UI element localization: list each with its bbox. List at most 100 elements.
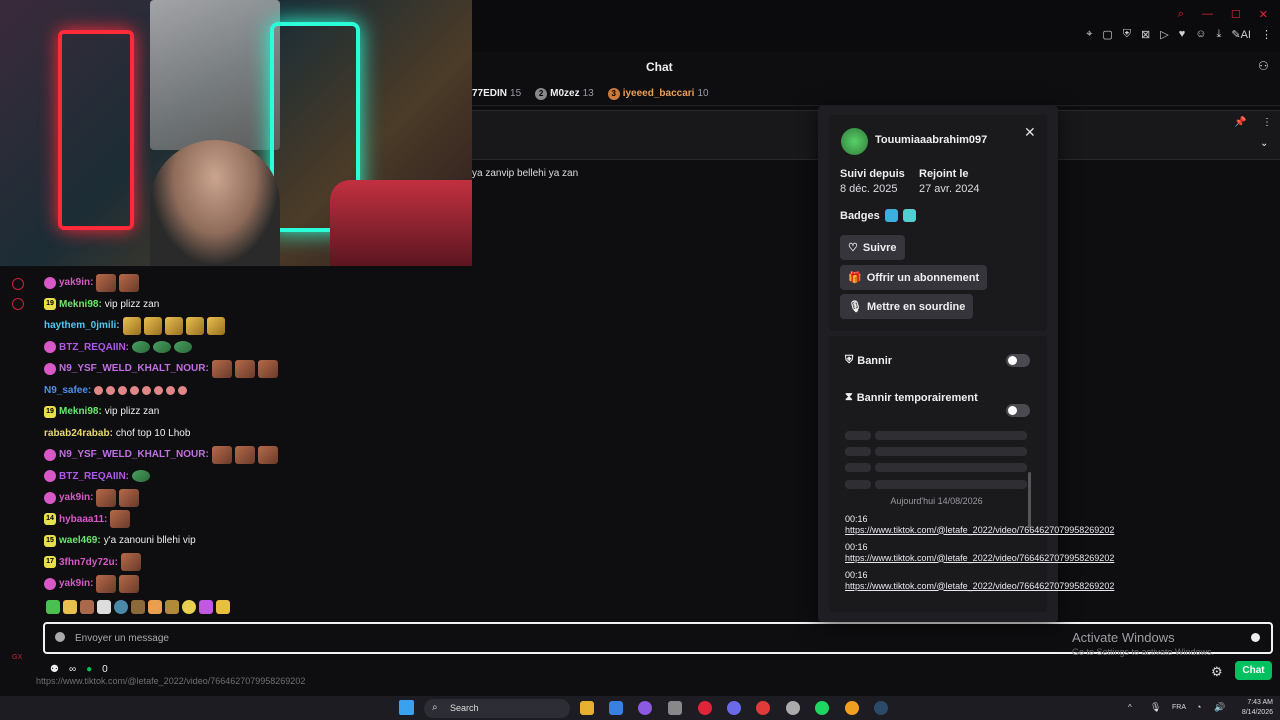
chat-emote[interactable]	[119, 488, 140, 507]
clock-time[interactable]: 7:43 AM	[1233, 699, 1273, 706]
chat-emote[interactable]	[211, 445, 232, 464]
points-icon[interactable]: ●	[86, 664, 92, 675]
chat-emote[interactable]	[132, 470, 150, 483]
emote-6[interactable]	[131, 600, 145, 614]
spotify-icon[interactable]	[815, 701, 829, 715]
leader-3[interactable]: 3 iyeeed_baccari 10	[607, 87, 709, 100]
chat-emote[interactable]	[118, 385, 128, 395]
chat-emote[interactable]	[206, 316, 225, 335]
file-explorer-icon[interactable]	[580, 701, 594, 715]
chat-emote[interactable]	[132, 341, 150, 354]
ai-icon[interactable]: ✎AI	[1231, 28, 1251, 41]
chat-emote[interactable]	[119, 273, 140, 292]
chat-emote[interactable]	[234, 359, 255, 378]
gift-badge-icon[interactable]	[903, 209, 916, 222]
chat-username[interactable]: wael469:	[59, 535, 101, 546]
sub-badge-icon[interactable]	[44, 362, 56, 375]
emote-1[interactable]	[46, 600, 60, 614]
chat-emote[interactable]	[130, 385, 140, 395]
users-icon[interactable]: ⚇	[1258, 59, 1269, 73]
steam-icon[interactable]	[874, 701, 888, 715]
chat-username[interactable]: BTZ_REQAIIN:	[59, 342, 129, 353]
chat-username[interactable]: hybaaa11:	[59, 514, 107, 525]
pin-icon[interactable]: 📌	[1234, 117, 1246, 128]
emote-8[interactable]	[165, 600, 179, 614]
sub-badge-icon[interactable]	[44, 470, 56, 483]
profile-icon[interactable]: ☺	[1195, 28, 1206, 41]
user-card-username[interactable]: Touumiaaabrahim097	[875, 134, 987, 146]
chat-username[interactable]: yak9in:	[59, 277, 93, 288]
sub-month-badge[interactable]: 19	[44, 405, 56, 418]
chat-username[interactable]: N9_YSF_WELD_KHALT_NOUR:	[59, 449, 209, 460]
sub-badge-icon[interactable]	[885, 209, 898, 222]
chat-send-button[interactable]: Chat	[1235, 661, 1272, 680]
chevron-down-icon[interactable]: ⌄	[1260, 138, 1268, 149]
sub-badge-icon[interactable]	[44, 341, 56, 354]
shield-icon[interactable]	[55, 632, 65, 642]
chat-emote[interactable]	[154, 385, 164, 395]
menu-icon[interactable]: ⋮	[1261, 28, 1272, 41]
copilot-icon[interactable]	[638, 701, 652, 715]
chat-emote[interactable]	[234, 445, 255, 464]
pin-icon[interactable]: ⌖	[1086, 28, 1092, 41]
opera-gx-icon[interactable]	[698, 701, 712, 715]
chat-emote[interactable]	[122, 316, 141, 335]
close-window-icon[interactable]: ✕	[1259, 8, 1268, 21]
chat-username[interactable]: N9_safee:	[44, 385, 91, 396]
chat-emote[interactable]	[153, 341, 171, 354]
chat-emote[interactable]	[164, 316, 183, 335]
chat-emote[interactable]	[96, 488, 117, 507]
chat-username[interactable]: yak9in:	[59, 492, 93, 503]
chat-emote[interactable]	[185, 316, 204, 335]
chat-username[interactable]: BTZ_REQAIIN:	[59, 471, 129, 482]
chat-emote[interactable]	[178, 385, 188, 395]
chat-emote[interactable]	[143, 316, 162, 335]
emote-9[interactable]	[182, 600, 196, 614]
chevron-up-icon[interactable]: ^	[1128, 703, 1132, 712]
play-icon[interactable]: ▷	[1160, 28, 1168, 41]
microphone-icon[interactable]: 🎙	[1150, 702, 1161, 713]
x-box-icon[interactable]: ⊠	[1141, 28, 1150, 41]
emote-5[interactable]	[114, 600, 128, 614]
chat-emote[interactable]	[96, 574, 117, 593]
chat-emote[interactable]	[120, 553, 141, 572]
taskbar-search[interactable]: Search	[424, 699, 570, 718]
mute-button[interactable]: 🎙 Mettre en sourdine	[840, 294, 974, 319]
sub-badge-icon[interactable]	[44, 276, 56, 289]
emote-10[interactable]	[199, 600, 213, 614]
shield-icon[interactable]: ⛨	[1123, 28, 1131, 41]
leader-1[interactable]: 77EDIN 15	[472, 88, 521, 99]
chat-username[interactable]: Mekni98:	[59, 406, 102, 417]
log-scrollbar[interactable]	[1028, 472, 1031, 528]
discord-icon[interactable]	[727, 701, 741, 715]
app-icon-red[interactable]	[756, 701, 770, 715]
download-icon[interactable]: ⤓	[1217, 28, 1222, 41]
wifi-icon[interactable]: ◔	[1196, 702, 1201, 712]
sub-badge-icon[interactable]	[44, 491, 56, 504]
emote-4[interactable]	[97, 600, 111, 614]
windows-start-icon[interactable]	[399, 700, 414, 715]
chat-username[interactable]: rabab24rabab:	[44, 428, 113, 439]
store-icon[interactable]	[609, 701, 623, 715]
emote-11[interactable]	[216, 600, 230, 614]
chat-emote[interactable]	[211, 359, 232, 378]
chat-emote[interactable]	[110, 510, 131, 529]
settings-icon[interactable]	[12, 298, 24, 310]
sub-month-badge[interactable]: 15	[44, 534, 56, 547]
heart-icon[interactable]: ♥	[1179, 28, 1186, 41]
chat-username[interactable]: Mekni98:	[59, 299, 102, 310]
log-link[interactable]: https://www.tiktok.com/@letafe_2022/vide…	[845, 525, 1114, 535]
chat-emote[interactable]	[174, 341, 192, 354]
emote-2[interactable]	[63, 600, 77, 614]
ban-toggle[interactable]	[1006, 354, 1030, 367]
chrome-icon[interactable]	[845, 701, 859, 715]
gx-icon[interactable]: GX	[12, 654, 22, 661]
sub-month-badge[interactable]: 17	[44, 556, 56, 569]
chat-emote[interactable]	[257, 445, 278, 464]
avatar[interactable]	[841, 128, 868, 155]
chat-emote[interactable]	[119, 574, 140, 593]
timeout-toggle[interactable]	[1006, 404, 1030, 417]
volume-icon[interactable]: 🔊	[1214, 702, 1225, 713]
chat-username[interactable]: 3fhn7dy72u:	[59, 557, 118, 568]
log-link[interactable]: https://www.tiktok.com/@letafe_2022/vide…	[845, 581, 1114, 591]
